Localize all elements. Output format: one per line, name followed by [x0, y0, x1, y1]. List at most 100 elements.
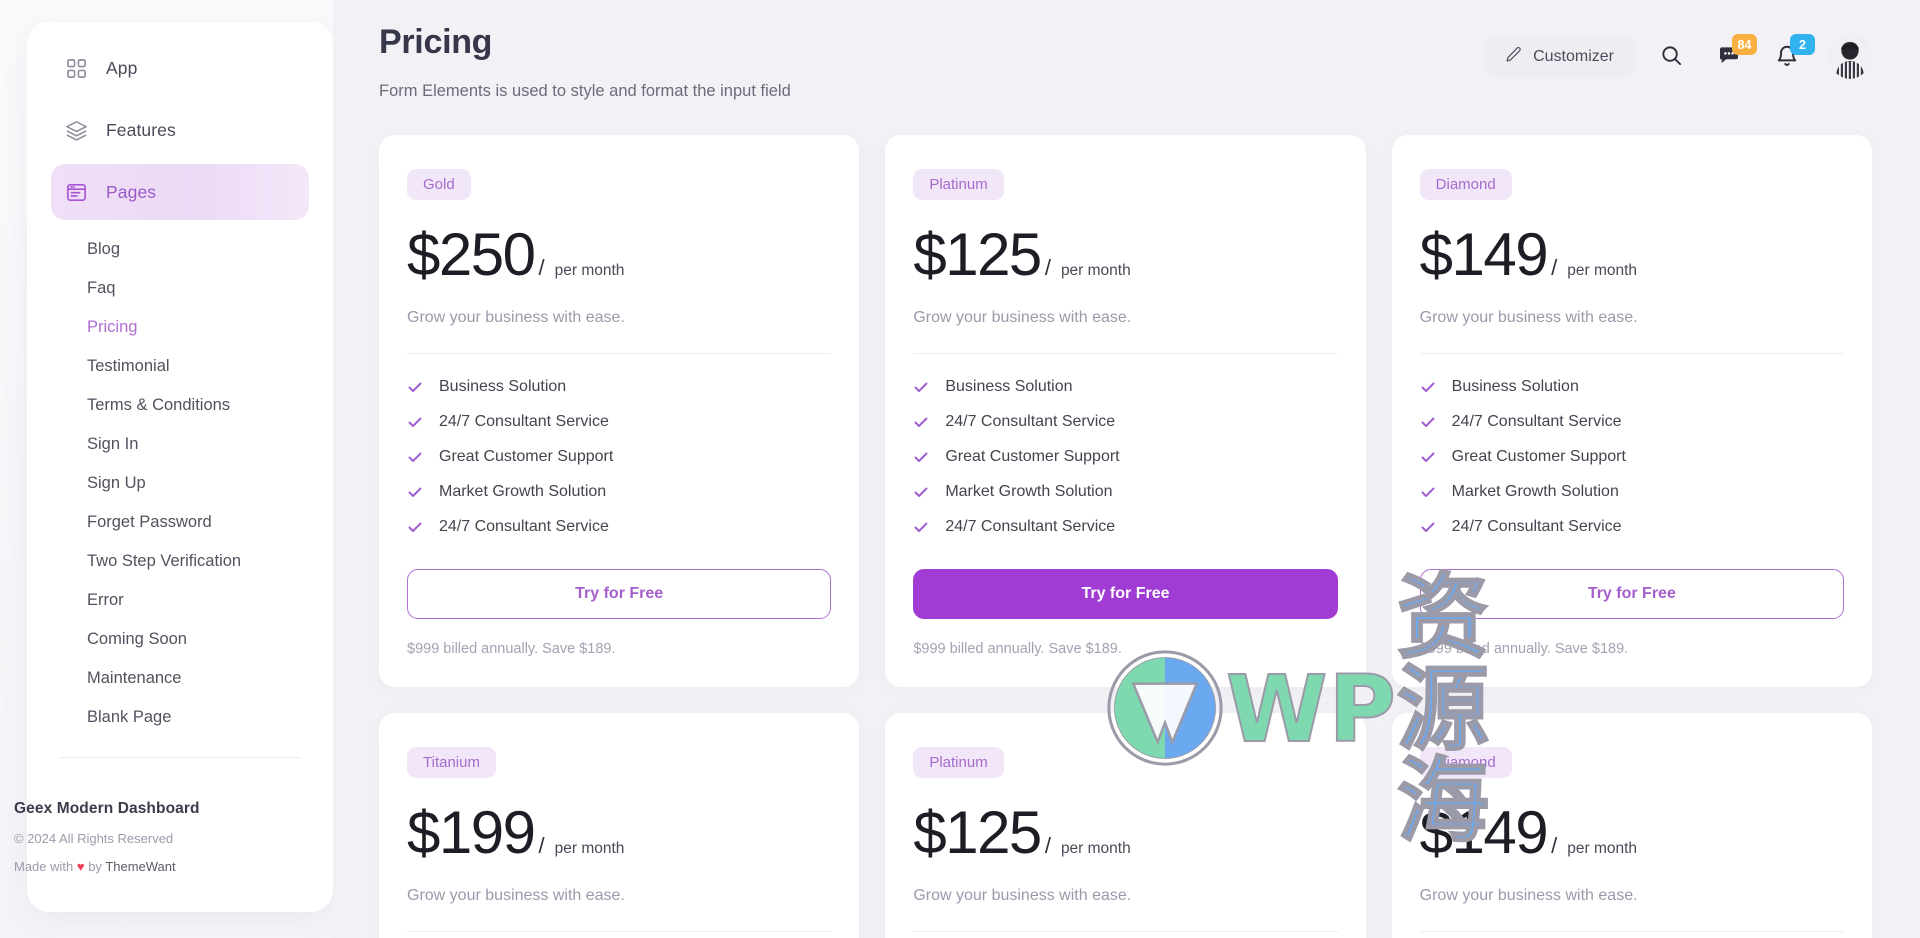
- check-icon: [407, 379, 423, 395]
- feature-item: Business Solution: [913, 378, 1337, 396]
- feature-item: Great Customer Support: [407, 448, 831, 466]
- sidebar-subitem-pricing[interactable]: Pricing: [51, 308, 309, 347]
- sidebar-copyright: © 2024 All Rights Reserved: [14, 831, 174, 846]
- page-title: Pricing: [379, 23, 493, 61]
- header-toolbar: Customizer 84 2: [1483, 22, 1872, 80]
- price-amount: $125: [913, 798, 1042, 866]
- try-for-free-button[interactable]: Try for Free: [1419, 568, 1844, 619]
- messages-badge: 84: [1732, 34, 1757, 55]
- plan-tagline: Grow your business with ease.: [913, 886, 1132, 904]
- sidebar-submenu-pages: Blog Faq Pricing Testimonial Terms & Con…: [27, 226, 333, 747]
- sidebar-subitem-forget-password[interactable]: Forget Password: [51, 503, 309, 542]
- price-row: $149 / per month: [1420, 802, 1844, 863]
- try-for-free-button[interactable]: Try for Free: [913, 568, 1338, 619]
- price-row: $125 / per month: [913, 798, 1337, 866]
- sidebar-brand-name: Geex Modern Dashboard: [14, 800, 200, 817]
- feature-item: Business Solution: [407, 378, 831, 396]
- sidebar-item-label: App: [106, 57, 138, 78]
- notifications-badge: 2: [1790, 34, 1815, 55]
- feature-item: Great Customer Support: [913, 448, 1337, 466]
- feature-item: 24/7 Consultant Service: [1420, 518, 1844, 536]
- feature-label: Great Customer Support: [945, 447, 1120, 465]
- price-row: $125 / per month: [913, 224, 1337, 285]
- main-content: Pricing Form Elements is used to style a…: [333, 0, 1920, 938]
- price-separator: /: [1551, 254, 1558, 280]
- feature-label: Market Growth Solution: [1451, 482, 1619, 500]
- price-separator: /: [1551, 832, 1558, 858]
- card-divider: [407, 930, 832, 932]
- sidebar-subitem-faq[interactable]: Faq: [51, 269, 309, 308]
- credit-author[interactable]: ThemeWant: [105, 859, 175, 874]
- feature-item: Market Growth Solution: [913, 483, 1337, 501]
- plan-tagline: Grow your business with ease.: [407, 886, 625, 904]
- sidebar-primary-nav: App Features Pages: [27, 22, 333, 220]
- credit-prefix: Made with: [14, 859, 77, 874]
- avatar[interactable]: [1828, 35, 1872, 79]
- sidebar-subitem-testimonial[interactable]: Testimonial: [51, 347, 309, 386]
- feature-list: Business Solution 24/7 Consultant Servic…: [1420, 378, 1844, 536]
- check-icon: [407, 484, 423, 500]
- credit-mid: by: [84, 859, 106, 874]
- sidebar-subitem-sign-up[interactable]: Sign Up: [51, 464, 309, 503]
- check-icon: [407, 414, 423, 430]
- sidebar-subitem-maintenance[interactable]: Maintenance: [51, 659, 309, 698]
- feature-label: Great Customer Support: [1451, 447, 1626, 465]
- sidebar-divider: [59, 757, 301, 758]
- sidebar-subitem-error[interactable]: Error: [51, 581, 309, 620]
- sidebar-subitem-blank-page[interactable]: Blank Page: [51, 698, 309, 737]
- pricing-card: Diamond $149 / per month Grow your busin…: [1391, 134, 1872, 687]
- price-amount: $149: [1419, 220, 1549, 288]
- messages-button[interactable]: 84: [1706, 34, 1757, 80]
- feature-label: 24/7 Consultant Service: [945, 412, 1116, 430]
- billing-note: $999 billed annually. Save $189.: [407, 640, 616, 657]
- try-for-free-button[interactable]: Try for Free: [407, 568, 832, 619]
- search-button[interactable]: [1648, 34, 1694, 80]
- check-icon: [913, 414, 929, 430]
- check-icon: [913, 379, 929, 395]
- feature-label: Great Customer Support: [439, 447, 614, 465]
- price-row: $250 / per month: [407, 220, 831, 288]
- sidebar-footer: Geex Modern Dashboard © 2024 All Rights …: [0, 800, 306, 874]
- sidebar-item-features[interactable]: Features: [51, 102, 309, 158]
- sidebar: App Features Pages Blog Faq Pricing Test…: [0, 0, 333, 938]
- price-amount: $199: [407, 798, 536, 866]
- check-icon: [1420, 519, 1436, 535]
- notifications-button[interactable]: 2: [1764, 34, 1815, 80]
- pricing-card: Gold $250 / per month Grow your business…: [379, 134, 860, 687]
- feature-label: Business Solution: [945, 377, 1073, 395]
- plan-tagline: Grow your business with ease.: [913, 308, 1132, 326]
- sidebar-subitem-terms-conditions[interactable]: Terms & Conditions: [51, 386, 309, 425]
- price-period: per month: [1060, 839, 1131, 857]
- card-divider: [1419, 930, 1844, 932]
- billing-note: $999 billed annually. Save $189.: [1419, 640, 1629, 657]
- price-period: per month: [1567, 261, 1638, 279]
- sidebar-subitem-blog[interactable]: Blog: [51, 230, 309, 269]
- customizer-button[interactable]: Customizer: [1483, 36, 1636, 78]
- sidebar-item-pages[interactable]: Pages: [51, 164, 309, 220]
- tier-badge: Gold: [407, 168, 471, 200]
- sidebar-subitem-two-step-verification[interactable]: Two Step Verification: [51, 542, 309, 581]
- card-divider: [913, 930, 1338, 932]
- tier-badge: Diamond: [1419, 168, 1512, 200]
- sidebar-item-app[interactable]: App: [51, 40, 309, 96]
- sidebar-subitem-coming-soon[interactable]: Coming Soon: [51, 620, 309, 659]
- price-amount: $250: [407, 220, 536, 288]
- check-icon: [407, 519, 423, 535]
- plan-tagline: Grow your business with ease.: [1419, 886, 1638, 904]
- feature-label: 24/7 Consultant Service: [1451, 412, 1622, 430]
- search-icon: [1660, 44, 1683, 70]
- feature-item: Market Growth Solution: [1420, 483, 1844, 501]
- pricing-card: Diamond $149 / per month Grow your busin…: [1391, 712, 1872, 938]
- feature-item: Great Customer Support: [1420, 448, 1844, 466]
- feature-label: 24/7 Consultant Service: [439, 412, 609, 430]
- feature-item: 24/7 Consultant Service: [913, 413, 1337, 431]
- feature-label: Business Solution: [1451, 377, 1579, 395]
- pricing-card: Platinum $125 / per month Grow your busi…: [885, 134, 1366, 687]
- feature-item: 24/7 Consultant Service: [407, 518, 831, 536]
- price-row: $149 / per month: [1419, 220, 1844, 288]
- feature-item: 24/7 Consultant Service: [407, 413, 831, 431]
- customizer-label: Customizer: [1533, 48, 1614, 65]
- check-icon: [1420, 414, 1436, 430]
- sidebar-subitem-sign-in[interactable]: Sign In: [51, 425, 309, 464]
- card-divider: [407, 352, 832, 354]
